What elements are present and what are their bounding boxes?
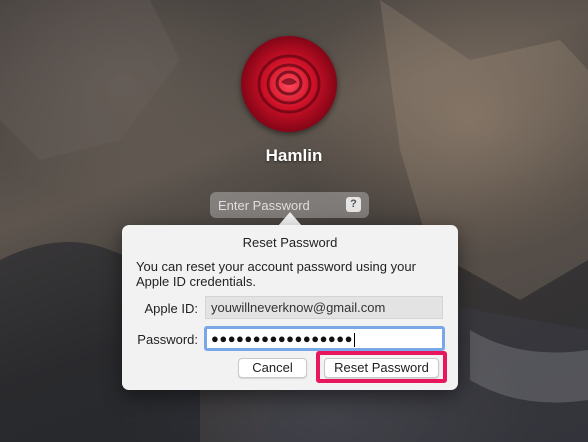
popover-arrow [278, 212, 302, 226]
apple-id-field[interactable]: youwillneverknow@gmail.com [205, 296, 443, 319]
reset-password-button[interactable]: Reset Password [324, 358, 439, 378]
apple-id-label: Apple ID: [144, 301, 198, 316]
user-name: Hamlin [265, 146, 323, 165]
password-dots: ●●●●●●●●●●●●●●●●● [211, 331, 353, 346]
password-hint-icon[interactable]: ? [346, 197, 361, 212]
cancel-button[interactable]: Cancel [238, 358, 307, 378]
dialog-message: You can reset your account password usin… [136, 259, 416, 289]
reset-password-dialog: Reset Password You can reset your accoun… [122, 225, 458, 390]
apple-id-password-field[interactable]: ●●●●●●●●●●●●●●●●● [204, 326, 445, 351]
password-label: Password: [137, 332, 198, 347]
text-caret [354, 332, 355, 347]
rose-icon [257, 54, 321, 114]
user-avatar[interactable] [241, 36, 337, 132]
dialog-title: Reset Password [242, 235, 338, 250]
